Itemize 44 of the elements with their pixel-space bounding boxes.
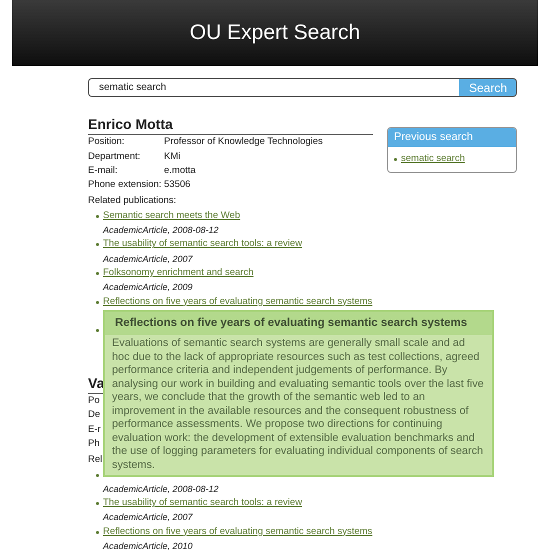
tooltip-title: Reflections on five years of evaluating semantic search systems bbox=[105, 312, 492, 336]
field-value: KMi bbox=[164, 150, 180, 164]
publication-link[interactable]: The usability of semantic search tools: a review bbox=[103, 238, 302, 250]
publication-meta: AcademicArticle, 2008-08-12 bbox=[103, 484, 219, 494]
field-label: Phone extension: bbox=[88, 178, 162, 192]
publications-label: Related publications: bbox=[88, 195, 176, 206]
bullet-icon bbox=[96, 300, 99, 304]
field-label: De bbox=[88, 408, 100, 422]
field-label: Department: bbox=[88, 150, 142, 164]
search-bar[interactable]: sematic search Search bbox=[88, 78, 517, 97]
page-title: OU Expert Search bbox=[190, 20, 360, 46]
publication-link[interactable]: Semantic search meets the Web bbox=[103, 210, 240, 221]
publication-meta: AcademicArticle, 2007 bbox=[103, 254, 193, 264]
field-value: 53506 bbox=[164, 178, 190, 192]
field-value: e.motta bbox=[164, 164, 196, 178]
publication-link[interactable]: Reflections on five years of evaluating semantic search systems bbox=[103, 526, 372, 537]
person-name: Enrico Motta bbox=[88, 116, 173, 132]
field-label: E-mail: bbox=[88, 164, 119, 178]
search-button[interactable]: Search bbox=[459, 78, 517, 97]
panel-title: Previous search bbox=[388, 128, 516, 146]
publication-meta: AcademicArticle, 2007 bbox=[103, 512, 193, 522]
field-label: Po bbox=[88, 394, 100, 408]
bullet-icon bbox=[394, 158, 397, 160]
previous-search-link[interactable]: sematic search bbox=[401, 152, 465, 166]
publication-link[interactable]: Reflections on five years of evaluating semantic search systems bbox=[103, 296, 372, 307]
publication-meta: AcademicArticle, 2008-08-12 bbox=[103, 225, 219, 236]
field-label: E-r bbox=[88, 422, 101, 437]
bullet-icon bbox=[96, 214, 99, 218]
bullet-icon bbox=[96, 272, 99, 275]
publication-meta: AcademicArticle, 2009 bbox=[103, 282, 193, 292]
publication-link[interactable]: Folksonomy enrichment and search bbox=[103, 266, 254, 278]
bullet-icon bbox=[96, 474, 99, 477]
bullet-icon bbox=[96, 243, 99, 246]
field-label: Position: bbox=[88, 135, 126, 150]
field-label: Ph bbox=[88, 436, 100, 451]
field-value: Professor of Knowledge Technologies bbox=[164, 135, 323, 150]
tooltip-text: Evaluations of semantic search systems are generally small scale and ad hoc due to the lack of appropriate resources such as test collections, agreed performance criteria and independent judgements of performance. By analysing our work in building and evaluating semantic tools over the last five years, we conclude that the growth of the semantic web led to an improvement in the available resources and the consequent robustness of performance assessments. We propose two directions for continuing evaluation work: the development of extensible evaluation benchmarks and the use of logging parameters for evaluating individual components of search systems. bbox=[111, 336, 485, 473]
publications-label: Rel bbox=[88, 454, 102, 466]
publication-meta: AcademicArticle, 2010 bbox=[103, 541, 193, 550]
bullet-icon bbox=[96, 530, 99, 534]
search-field[interactable]: sematic search bbox=[88, 78, 459, 97]
bullet-icon bbox=[96, 329, 99, 332]
publication-link[interactable]: The usability of semantic search tools: a review bbox=[103, 497, 302, 508]
bullet-icon bbox=[96, 502, 99, 506]
